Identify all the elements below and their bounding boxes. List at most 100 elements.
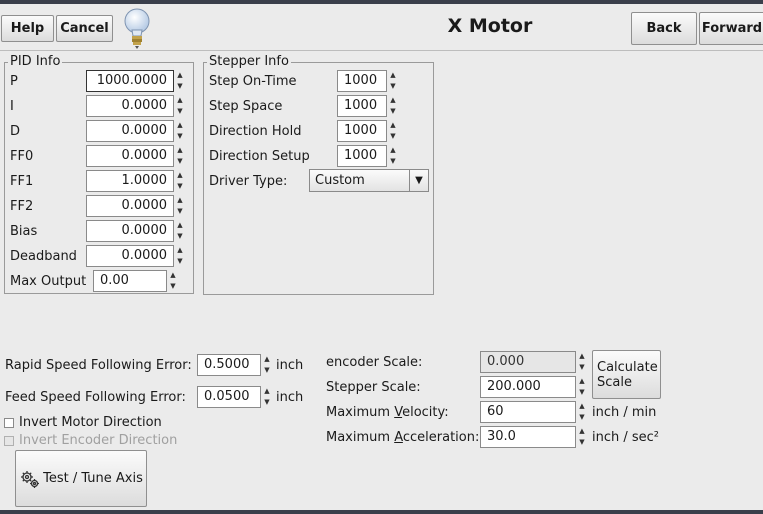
spin-up-icon[interactable]: ▲ (387, 70, 399, 81)
spin-up-icon[interactable]: ▲ (174, 195, 186, 206)
pid-deadband-spinner[interactable]: 0.0000 ▲ ▼ (86, 245, 186, 267)
spin-down-icon[interactable]: ▼ (387, 156, 399, 167)
invert-encoder-label: Invert Encoder Direction (19, 433, 178, 448)
spin-up-icon[interactable]: ▲ (174, 245, 186, 256)
spin-up-icon[interactable]: ▲ (576, 401, 588, 412)
max-velocity-unit: inch / min (592, 405, 657, 420)
spin-up-icon[interactable]: ▲ (261, 386, 273, 397)
spin-down-icon[interactable]: ▼ (167, 281, 179, 292)
pid-label-deadband: Deadband (10, 249, 77, 264)
spin-down-icon[interactable]: ▼ (174, 256, 186, 267)
max-acceleration-field[interactable]: 30.0 (480, 426, 576, 448)
pid-bias-field[interactable]: 0.0000 (86, 220, 174, 242)
help-button[interactable]: Help (1, 15, 54, 42)
forward-button[interactable]: Forward (699, 12, 763, 45)
chevron-down-icon[interactable]: ▼ (409, 170, 428, 191)
max-velocity-field[interactable]: 60 (480, 401, 576, 423)
stepper-scale-spinner[interactable]: 200.000 ▲ ▼ (480, 376, 588, 398)
pid-i-field[interactable]: 0.0000 (86, 95, 174, 117)
stepper-label-step-on-time: Step On-Time (209, 74, 297, 89)
spin-up-icon[interactable]: ▲ (261, 354, 273, 365)
spin-down-icon[interactable]: ▼ (261, 397, 273, 408)
pid-label-p: P (10, 74, 18, 89)
direction-hold-field[interactable]: 1000 (337, 120, 387, 142)
spin-down-icon[interactable]: ▼ (174, 206, 186, 217)
pid-d-spinner[interactable]: 0.0000 ▲ ▼ (86, 120, 186, 142)
stepper-label-direction-hold: Direction Hold (209, 124, 302, 139)
back-button[interactable]: Back (631, 12, 697, 45)
spin-up-icon[interactable]: ▲ (387, 120, 399, 131)
stepper-label-direction-setup: Direction Setup (209, 149, 310, 164)
stepper-scale-label: Stepper Scale: (326, 380, 421, 395)
stepper-scale-field[interactable]: 200.000 (480, 376, 576, 398)
feed-following-error-spinner[interactable]: 0.0500 ▲ ▼ (197, 386, 273, 408)
spin-down-icon[interactable]: ▼ (576, 412, 588, 423)
spin-down-icon[interactable]: ▼ (174, 81, 186, 92)
test-tune-axis-label: Test / Tune Axis (43, 471, 143, 486)
step-space-field[interactable]: 1000 (337, 95, 387, 117)
spin-down-icon[interactable]: ▼ (174, 106, 186, 117)
spin-up-icon[interactable]: ▲ (576, 376, 588, 387)
driver-type-select[interactable]: Custom ▼ (309, 169, 429, 192)
spin-down-icon[interactable]: ▼ (174, 156, 186, 167)
window-top-edge (0, 0, 763, 4)
rapid-following-error-field[interactable]: 0.5000 (197, 354, 261, 376)
feed-following-error-label: Feed Speed Following Error: (5, 390, 186, 405)
direction-hold-spinner[interactable]: 1000 ▲ ▼ (337, 120, 399, 142)
spin-up-icon[interactable]: ▲ (167, 270, 179, 281)
spin-up-icon[interactable]: ▲ (174, 70, 186, 81)
pid-p-spinner[interactable]: 1000.0000 ▲ ▼ (86, 70, 186, 92)
rapid-following-error-spinner[interactable]: 0.5000 ▲ ▼ (197, 354, 273, 376)
direction-setup-spinner[interactable]: 1000 ▲ ▼ (337, 145, 399, 167)
spin-down-icon: ▼ (579, 363, 585, 371)
step-space-spinner[interactable]: 1000 ▲ ▼ (337, 95, 399, 117)
pid-label-ff2: FF2 (10, 199, 34, 214)
pid-ff1-field[interactable]: 1.0000 (86, 170, 174, 192)
pid-ff1-spinner[interactable]: 1.0000 ▲ ▼ (86, 170, 186, 192)
spin-up-icon[interactable]: ▲ (174, 120, 186, 131)
spin-up-icon[interactable]: ▲ (174, 220, 186, 231)
invert-motor-label[interactable]: Invert Motor Direction (19, 415, 162, 431)
spin-down-icon[interactable]: ▼ (387, 131, 399, 142)
spin-up-icon[interactable]: ▲ (174, 170, 186, 181)
feed-following-error-field[interactable]: 0.0500 (197, 386, 261, 408)
rapid-following-error-label: Rapid Speed Following Error: (5, 358, 192, 373)
pid-deadband-field[interactable]: 0.0000 (86, 245, 174, 267)
step-on-time-spinner[interactable]: 1000 ▲ ▼ (337, 70, 399, 92)
pid-d-field[interactable]: 0.0000 (86, 120, 174, 142)
direction-setup-field[interactable]: 1000 (337, 145, 387, 167)
spin-up-icon[interactable]: ▲ (387, 95, 399, 106)
spin-up-icon[interactable]: ▲ (174, 95, 186, 106)
pid-ff0-field[interactable]: 0.0000 (86, 145, 174, 167)
spin-down-icon[interactable]: ▼ (387, 81, 399, 92)
header-separator (0, 50, 763, 51)
spin-down-icon[interactable]: ▼ (261, 365, 273, 376)
cancel-button[interactable]: Cancel (56, 15, 113, 42)
invert-motor-checkbox[interactable] (4, 418, 14, 428)
pid-max-output-spinner[interactable]: 0.00 ▲ ▼ (93, 270, 179, 292)
spin-down-icon[interactable]: ▼ (576, 387, 588, 398)
spin-down-icon[interactable]: ▼ (387, 106, 399, 117)
step-on-time-field[interactable]: 1000 (337, 70, 387, 92)
test-tune-axis-button[interactable]: Test / Tune Axis (15, 450, 147, 507)
pid-p-field[interactable]: 1000.0000 (86, 70, 174, 92)
pid-ff2-spinner[interactable]: 0.0000 ▲ ▼ (86, 195, 186, 217)
spin-down-icon[interactable]: ▼ (174, 181, 186, 192)
spin-down-icon[interactable]: ▼ (174, 231, 186, 242)
pid-bias-spinner[interactable]: 0.0000 ▲ ▼ (86, 220, 186, 242)
pid-ff0-spinner[interactable]: 0.0000 ▲ ▼ (86, 145, 186, 167)
stepper-info-legend: Stepper Info (207, 54, 291, 69)
pid-max-output-field[interactable]: 0.00 (93, 270, 167, 292)
max-acceleration-spinner[interactable]: 30.0 ▲ ▼ (480, 426, 588, 448)
spin-down-icon[interactable]: ▼ (174, 131, 186, 142)
spin-up-icon[interactable]: ▲ (387, 145, 399, 156)
pid-i-spinner[interactable]: 0.0000 ▲ ▼ (86, 95, 186, 117)
pid-ff2-field[interactable]: 0.0000 (86, 195, 174, 217)
spin-up-icon[interactable]: ▲ (174, 145, 186, 156)
spin-down-icon[interactable]: ▼ (576, 437, 588, 448)
max-velocity-spinner[interactable]: 60 ▲ ▼ (480, 401, 588, 423)
calculate-scale-button[interactable]: Calculate Scale (592, 350, 661, 399)
pid-label-i: I (10, 99, 14, 114)
max-acceleration-unit: inch / sec² (592, 430, 660, 445)
spin-up-icon[interactable]: ▲ (576, 426, 588, 437)
